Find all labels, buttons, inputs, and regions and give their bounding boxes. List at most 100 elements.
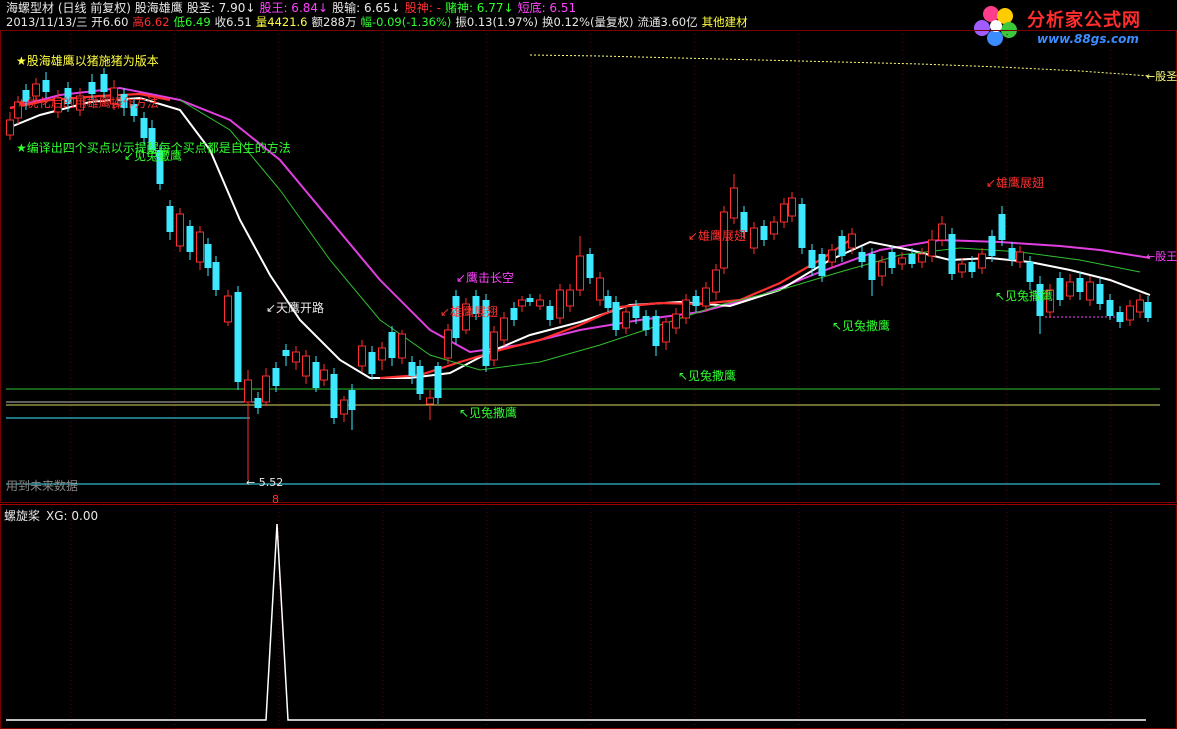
candle-body — [682, 299, 690, 319]
header-line-2-field: 2013/11/13/三 开6.60 — [6, 15, 129, 29]
candle-body — [500, 317, 508, 341]
candle-body — [6, 119, 14, 136]
candle-body — [518, 299, 526, 307]
candle-body — [750, 227, 758, 249]
signal-label: ↙雄鹰展翅 — [986, 176, 1045, 190]
right-tag-gusheng: ←股圣 — [1146, 70, 1177, 83]
header-line-1-field: 赌神: 6.77↓ — [444, 1, 514, 15]
signal-label: ↙天鹰开路 — [266, 301, 325, 315]
signal-label: ↙见兔撒鹰 — [124, 149, 183, 163]
candle-body — [398, 333, 406, 359]
candle-body — [526, 298, 534, 302]
candle-body — [140, 118, 148, 138]
signal-label: 用到未来数据 — [6, 479, 79, 493]
candle-body — [1116, 312, 1124, 322]
candle-body — [490, 331, 498, 361]
candle-body — [1056, 278, 1064, 300]
indicator-title: 螺旋桨 XG: 0.00 — [4, 507, 104, 524]
candle-body — [348, 390, 356, 410]
candle-body — [272, 368, 280, 386]
header-line-1-field: 短底: 6.51 — [517, 1, 577, 15]
candle-body — [556, 289, 564, 319]
candle-body — [928, 239, 936, 257]
header-line-1-field: 股王: 6.84↓ — [259, 1, 329, 15]
kline-chart-panel[interactable]: ← 5.52 8 ←股圣 ←股王 — [0, 30, 1177, 504]
candle-body — [510, 308, 518, 320]
candle-body — [1026, 262, 1034, 282]
candle-body — [632, 306, 640, 318]
candle-body — [166, 206, 174, 232]
candle-body — [858, 252, 866, 262]
header-line-1-field: 股神: - — [404, 1, 441, 15]
candle-body — [254, 398, 262, 408]
candle-body — [702, 287, 710, 307]
candle-body — [918, 253, 926, 263]
candle-body — [292, 351, 300, 363]
candle-body — [576, 255, 584, 291]
candle-body — [88, 82, 96, 94]
indicator-panel[interactable] — [0, 504, 1177, 729]
candle-body — [302, 355, 310, 377]
candle-body — [798, 204, 806, 248]
candle-body — [408, 362, 416, 376]
low-marker-digit: 8 — [272, 493, 279, 504]
signal-label: ★股海雄鹰以猪施猪为版本 — [16, 54, 159, 68]
candle-body — [818, 254, 826, 276]
signal-label: ↖见兔撒鹰 — [459, 406, 518, 420]
signal-label: ↖见兔撒鹰 — [832, 319, 891, 333]
right-tag-guwang: ←股王 — [1146, 250, 1177, 263]
candle-body — [358, 345, 366, 367]
candle-body — [1106, 300, 1114, 316]
header-line-2-field: 其他建材 — [701, 15, 748, 29]
candle-body — [760, 226, 768, 240]
signal-label: ↙雄鹰展翅 — [440, 305, 499, 319]
candle-body — [712, 269, 720, 293]
candle-body — [622, 311, 630, 329]
candle-body — [388, 332, 396, 358]
signal-label: ↖见兔撒鹰 — [995, 289, 1054, 303]
candle-body — [426, 397, 434, 405]
moving-average-line — [179, 99, 1141, 371]
candle-body — [672, 313, 680, 329]
candle-body — [642, 316, 650, 330]
indicator-name: 螺旋桨 — [4, 509, 41, 523]
candle-body — [878, 261, 886, 277]
candle-body — [908, 254, 916, 264]
candle-body — [612, 302, 620, 330]
candle-body — [730, 187, 738, 219]
candle-body — [282, 350, 290, 356]
candle-body — [330, 374, 338, 418]
header-line-1-field: 海螺型材 (日线 前复权) 股海雄鹰 — [6, 1, 183, 15]
candle-body — [234, 292, 242, 382]
candle-body — [604, 296, 612, 308]
candle-body — [938, 223, 946, 241]
candle-body — [196, 231, 204, 263]
candle-body — [828, 249, 836, 263]
candle-body — [378, 347, 386, 361]
candle-body — [32, 83, 40, 97]
candle-body — [444, 329, 452, 359]
candle-body — [1136, 299, 1144, 313]
header-line-2-field: 流通3.60亿 — [637, 15, 698, 29]
candle-body — [100, 74, 108, 92]
candle-body — [1016, 251, 1024, 263]
candle-body — [244, 379, 252, 403]
candle-body — [1126, 305, 1134, 321]
candle-body — [1076, 278, 1084, 292]
candle-body — [368, 352, 376, 374]
candle-body — [652, 316, 660, 346]
candle-body — [586, 254, 594, 278]
candle-body — [566, 289, 574, 307]
header-line-2-field: 高6.62 — [132, 15, 170, 29]
candle-body — [978, 253, 986, 269]
signal-label: ↙雄鹰展翅 — [688, 229, 747, 243]
quote-header-line-1: 海螺型材 (日线 前复权) 股海雄鹰 股圣: 7.90↓ 股王: 6.84↓ 股输: … — [6, 1, 580, 15]
candle-body — [838, 236, 846, 256]
candle-body — [780, 203, 788, 223]
header-line-2-field: 低6.49 — [173, 15, 211, 29]
candle-body — [988, 236, 996, 256]
candle-body — [416, 366, 424, 394]
signal-label: ↖见兔撒鹰 — [678, 369, 737, 383]
candle-body — [770, 221, 778, 235]
candle-body — [204, 244, 212, 268]
